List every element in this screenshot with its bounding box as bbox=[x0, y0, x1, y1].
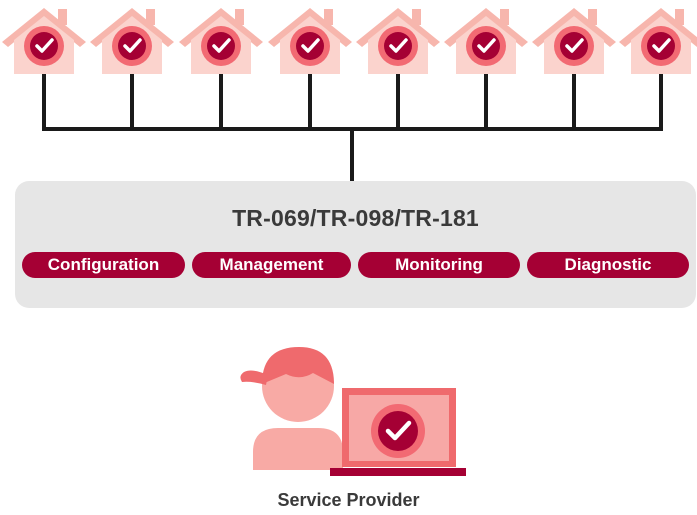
laptop-base bbox=[330, 468, 466, 476]
service-provider-illustration bbox=[240, 347, 466, 476]
person-body bbox=[253, 428, 343, 470]
laptop-check-badge-inner bbox=[378, 411, 418, 451]
service-provider-label: Service Provider bbox=[277, 490, 420, 510]
network-diagram: TR-069/TR-098/TR-181 Configuration Manag… bbox=[0, 0, 697, 515]
